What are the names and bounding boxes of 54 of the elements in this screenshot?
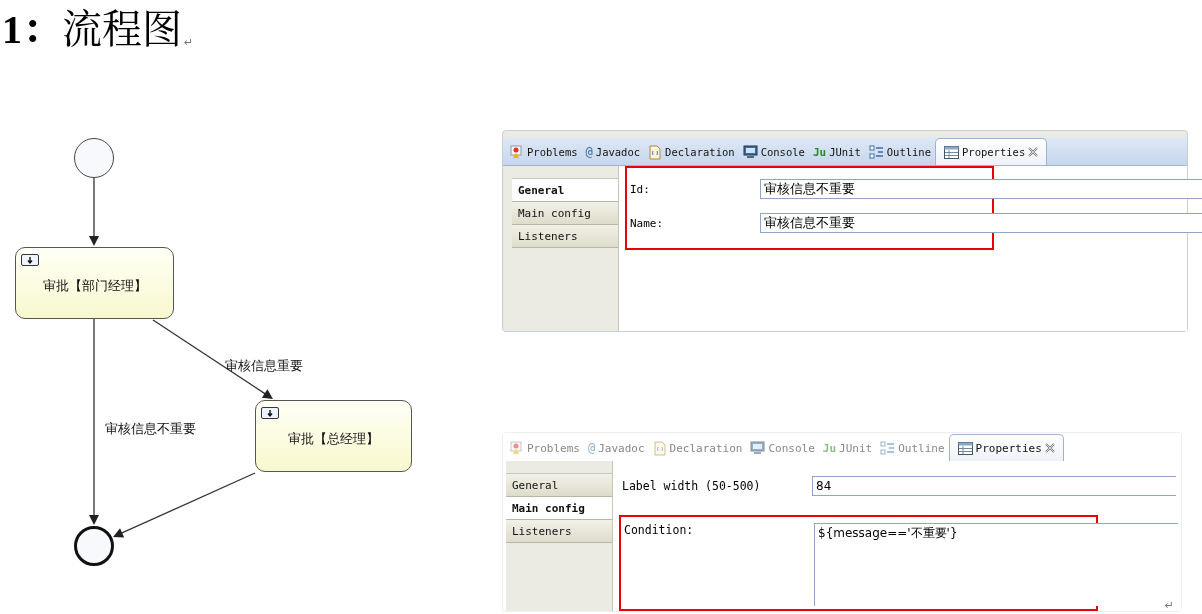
outline-icon [868,144,884,160]
section-tab[interactable]: Main config [512,202,618,225]
start-event [74,138,114,178]
view-tab[interactable]: Ju JUnit [818,435,877,461]
view-tab[interactable]: Declaration [648,435,747,461]
document-icon [652,440,667,456]
problems-icon [510,441,524,455]
close-icon[interactable] [1028,147,1039,157]
end-event [74,526,114,566]
view-tab[interactable]: Console [738,139,809,165]
junit-icon: Ju [822,441,837,455]
flow-arrow [89,177,99,246]
text-field[interactable]: 审核信息不重要 [760,179,1202,199]
view-tab[interactable]: Outline [876,435,949,461]
edge-label: 审核信息重要 [225,358,303,374]
field-label: Name: [630,216,665,230]
view-tab[interactable]: @ Javadoc [581,139,645,165]
view-tab[interactable]: Ju JUnit [808,139,865,165]
junit-icon: Ju [812,145,827,159]
table-icon [957,441,973,455]
page-heading: 1：流程图 [2,6,182,54]
monitor-icon [742,145,758,159]
task-icon [261,407,279,419]
section-tab[interactable]: Main config [506,497,612,520]
view-tab[interactable]: Console [746,435,819,461]
outline-icon [880,440,896,456]
view-tab[interactable]: Declaration [644,139,739,165]
text-field[interactable]: 审核信息不重要 [760,213,1202,233]
section-tab[interactable]: General [512,179,618,202]
field-label: Label width (50-500) [622,479,762,493]
view-tab[interactable]: Properties [948,434,1064,461]
task-icon [21,254,39,266]
view-tab[interactable]: Outline [864,139,935,165]
problems-icon [510,145,524,159]
at-sign-icon: @ [585,145,593,159]
text-field[interactable]: 84 [812,476,1176,496]
field-label: Condition: [624,523,695,537]
view-tab[interactable]: Properties [935,138,1048,165]
edge-label: 审核信息不重要 [105,421,196,437]
view-tab[interactable]: Problems [506,435,584,461]
task-label: 审批【部门经理】 [42,277,147,295]
view-tab[interactable]: @ Javadoc [584,435,649,461]
paragraph-mark: ↵ [184,36,194,49]
at-sign-icon: @ [588,441,596,455]
section-tab[interactable]: Listeners [512,225,618,248]
monitor-icon [750,441,766,455]
section-tab[interactable]: Listeners [506,520,612,543]
close-icon[interactable] [1044,443,1055,453]
view-tab[interactable]: Problems [506,139,582,165]
section-tab[interactable]: General [506,474,612,497]
document-icon [648,144,663,160]
field-label: Id: [630,182,651,196]
task-label: 审批【总经理】 [288,430,379,448]
table-icon [944,145,959,159]
